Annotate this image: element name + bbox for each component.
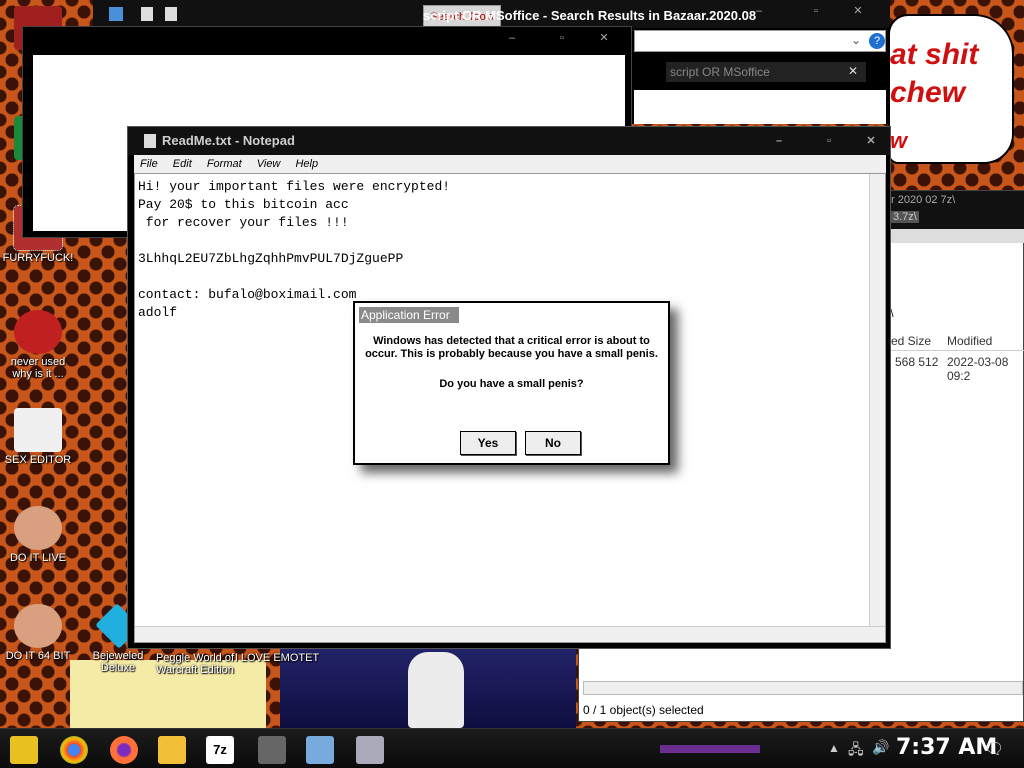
maximize-button[interactable]: ▫ (805, 4, 827, 18)
column-headers[interactable]: ked Size Modified (885, 331, 1024, 351)
portrait-icon (14, 604, 62, 648)
desktop-icon-label: Bejeweled Deluxe (92, 650, 144, 674)
notification-icon[interactable]: 🗨 (984, 739, 1004, 759)
file-explorer-icon[interactable] (158, 736, 186, 764)
portrait-icon (14, 506, 62, 550)
minimize-button[interactable]: – (768, 134, 790, 148)
menu-view[interactable]: View (257, 158, 281, 170)
network-icon[interactable]: 🖧 (848, 739, 864, 763)
desktop-icon-label: DO IT LIVE (9, 552, 67, 564)
monitor-icon[interactable] (356, 736, 384, 764)
desktop-icon-devcpp[interactable]: never used why is it ... (2, 310, 74, 380)
7z-icon[interactable]: 7z (206, 736, 234, 764)
chrome-icon[interactable] (60, 736, 88, 764)
desktop-icon-sex-editor[interactable]: SEX EDITOR (2, 408, 74, 466)
menu-format[interactable]: Format (207, 158, 242, 170)
horizontal-scrollbar[interactable] (135, 626, 885, 642)
error-question: Do you have a small penis? (439, 378, 584, 390)
no-button[interactable]: No (525, 431, 581, 455)
error-message: Windows has detected that a critical err… (365, 335, 658, 360)
speech-text-3: w (890, 128, 908, 153)
desktop-icon-emotet[interactable]: I LOVE EMOTET (232, 652, 322, 664)
new-folder-icon[interactable] (165, 7, 177, 21)
table-row[interactable]: 568 512 2022-03-08 09:2 (885, 355, 1024, 383)
desktop-icon-label: FURRYFUCK! (2, 252, 74, 264)
minimize-button[interactable]: – (748, 4, 770, 18)
game-art-image (280, 648, 576, 728)
chevron-up-icon[interactable]: ▲ (828, 741, 840, 755)
explorer-title: script OR MSoffice - Search Results in B… (423, 8, 757, 23)
close-button[interactable]: ✕ (593, 31, 615, 45)
row-size: 568 512 (895, 355, 939, 369)
path-fragment-1: r 2020 02 7z\ (891, 194, 956, 206)
close-button[interactable]: ✕ (860, 134, 882, 148)
vertical-scrollbar[interactable] (869, 174, 885, 626)
menu-bar: File Edit Format View Help (134, 155, 886, 173)
notepad-title: ReadMe.txt - Notepad (162, 133, 295, 148)
speech-text-2: chew (890, 76, 966, 109)
properties-icon[interactable] (141, 7, 153, 21)
volume-icon[interactable]: 🔊 (872, 739, 889, 756)
desktop-icon-label: Peggle World of Warcraft Edition (155, 652, 235, 676)
desktop-icon-do-it-64-bit[interactable]: DO IT 64 BIT (2, 604, 74, 662)
dev-cpp-icon (14, 310, 62, 354)
status-bar: 0 / 1 object(s) selected (583, 703, 704, 717)
desktop-icon-do-it-live[interactable]: DO IT LIVE (2, 506, 74, 564)
desktop-icon-label: never used why is it ... (10, 356, 66, 380)
help-icon[interactable]: ? (869, 33, 885, 49)
maximize-button[interactable]: ▫ (818, 134, 840, 148)
notepad-titlebar[interactable]: ReadMe.txt - Notepad – ▫ ✕ (128, 127, 890, 155)
maximize-button[interactable]: ▫ (551, 31, 573, 45)
minimize-button[interactable]: – (501, 31, 523, 45)
address-bar[interactable]: ⌄ ? (634, 30, 886, 52)
desktop-icon-label: SEX EDITOR (4, 454, 72, 466)
firefox-icon[interactable] (110, 736, 138, 764)
pc-icon[interactable] (258, 736, 286, 764)
column-modified[interactable]: Modified (947, 331, 992, 351)
character-figure (408, 652, 464, 728)
application-error-dialog: Application Error Windows has detected t… (353, 301, 670, 465)
desktop-icon-peggle[interactable]: Peggle World of Warcraft Edition (150, 652, 240, 676)
explorer-address-area: ⌄ ? script OR MSoffice ✕ (630, 28, 890, 124)
close-tab-icon[interactable]: ✕ (848, 64, 858, 78)
menu-edit[interactable]: Edit (173, 158, 192, 170)
notepad-icon[interactable] (306, 736, 334, 764)
search-tab[interactable]: script OR MSoffice (666, 62, 866, 82)
column-packed-size[interactable]: ked Size (885, 334, 931, 348)
hxd-icon (14, 408, 62, 452)
yes-button[interactable]: Yes (460, 431, 516, 455)
desktop-icon-label: DO IT 64 BIT (5, 650, 71, 662)
close-button[interactable]: ✕ (847, 4, 869, 18)
speech-text-1: at shit (890, 38, 979, 71)
path-fragment-2: 3.7z\ (891, 211, 919, 223)
desktop-icon-label: I LOVE EMOTET (234, 652, 320, 664)
menu-file[interactable]: File (140, 158, 158, 170)
taskbar: 7z ▲ 🖧 🔊 7:37 AM 🗨 (0, 728, 1024, 768)
taskbar-decoration (660, 745, 760, 753)
notepad-icon (144, 134, 156, 148)
dialog-message: Windows has detected that a critical err… (363, 335, 660, 391)
chevron-down-icon[interactable]: ⌄ (851, 33, 861, 47)
folder-icon (109, 7, 123, 21)
horizontal-scrollbar[interactable] (583, 681, 1023, 695)
row-modified: 2022-03-08 09:2 (947, 355, 1009, 383)
taskbar-clock[interactable]: 7:37 AM (896, 735, 997, 760)
start-icon[interactable] (10, 736, 38, 764)
dialog-title: Application Error (359, 307, 459, 323)
explorer-content (634, 90, 886, 124)
speech-bubble: at shit chew w (888, 14, 1014, 164)
menu-help[interactable]: Help (295, 158, 318, 170)
